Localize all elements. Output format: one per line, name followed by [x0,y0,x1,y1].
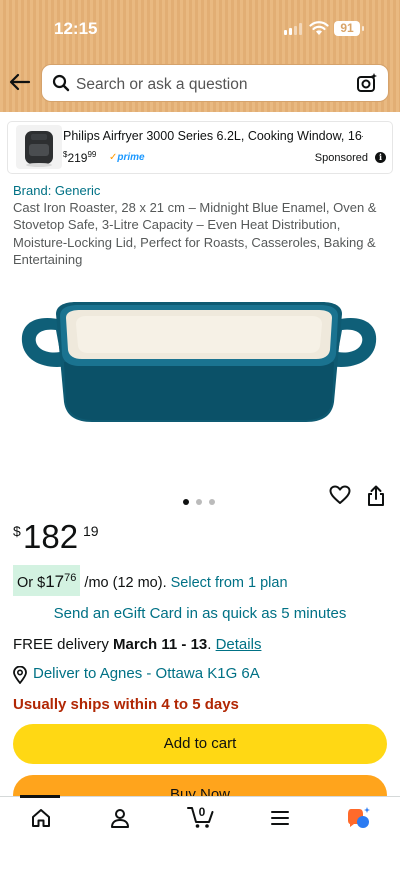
header: 12:15 91 Search or ask a question [0,0,400,112]
price-whole: 182 [23,518,79,555]
rufus-assistant-icon[interactable] [346,806,372,830]
ad-title: Philips Airfryer 3000 Series 6.2L, Cooki… [63,129,363,143]
monthly-amount-whole: 17 [45,571,65,591]
sponsored-label: Sponsored [315,152,384,164]
image-carousel-dots[interactable] [183,492,222,510]
ad-price-fraction: 99 [87,150,97,159]
sponsored-product-banner[interactable]: Philips Airfryer 3000 Series 6.2L, Cooki… [8,122,392,173]
camera-search-icon[interactable] [356,72,378,94]
product-title: Cast Iron Roaster, 28 x 21 cm – Midnight… [13,200,377,268]
ad-price-whole: 219 [67,151,88,165]
bottom-navigation: 0 [0,795,400,870]
delivery-details-link[interactable]: Details [216,636,262,653]
select-plan-link[interactable]: Select from 1 plan [171,575,288,591]
location-pin-icon [13,666,27,684]
monthly-payment: Or $1776 /mo (12 mo). Select from 1 plan [13,565,288,596]
sponsored-text: Sponsored [314,152,368,164]
active-tab-indicator [20,795,60,798]
prime-label: prime [117,152,145,163]
menu-icon[interactable] [270,809,290,827]
search-input[interactable]: Search or ask a question [76,76,247,94]
product-image[interactable] [16,292,382,442]
delivery-info: FREE delivery March 11 - 13. Details [13,636,261,653]
monthly-currency: $ [37,574,46,591]
price-currency: $ [13,523,21,539]
carousel-dot[interactable] [196,499,202,505]
prime-badge: ✓prime [109,152,145,163]
account-icon[interactable] [109,807,131,829]
cellular-signal-icon [284,23,304,35]
add-to-cart-button[interactable]: Add to cart [13,724,387,764]
cart-icon[interactable]: 0 [187,803,215,829]
ad-price: $21999 [63,150,96,165]
brand-link[interactable]: Brand: Generic [13,183,100,198]
share-icon[interactable] [366,485,386,507]
search-icon [52,74,70,92]
price-fraction: 19 [83,523,99,539]
carousel-dot-active[interactable] [183,499,189,505]
airfryer-thumbnail [16,125,62,169]
monthly-amount-fraction: 76 [64,572,77,584]
monthly-amount-badge: Or $1776 [13,565,81,596]
home-icon[interactable] [30,807,52,829]
carousel-dot[interactable] [209,499,215,505]
wifi-icon [309,21,329,35]
egift-card-link[interactable]: Send an eGift Card in as quick as 5 minu… [0,605,400,622]
status-time: 12:15 [54,19,98,38]
info-icon[interactable]: i [375,152,386,163]
monthly-period: /mo (12 mo). [80,574,171,591]
monthly-prefix: Or [17,574,38,591]
shipping-notice: Usually ships within 4 to 5 days [13,696,239,713]
status-bar: 12:15 91 [0,17,400,43]
delivery-separator: . [207,636,216,653]
back-arrow-icon[interactable] [8,70,32,94]
search-bar[interactable]: Search or ask a question [41,64,389,102]
battery-icon: 91 [334,21,360,36]
deliver-to-text[interactable]: Deliver to Agnes - Ottawa K1G 6A [33,665,260,682]
delivery-dates: March 11 - 13 [113,636,208,653]
heart-icon[interactable] [329,485,351,505]
cart-count: 0 [199,805,206,819]
delivery-prefix: FREE delivery [13,636,114,653]
battery-tip [362,26,364,31]
battery-level: 91 [340,21,354,35]
